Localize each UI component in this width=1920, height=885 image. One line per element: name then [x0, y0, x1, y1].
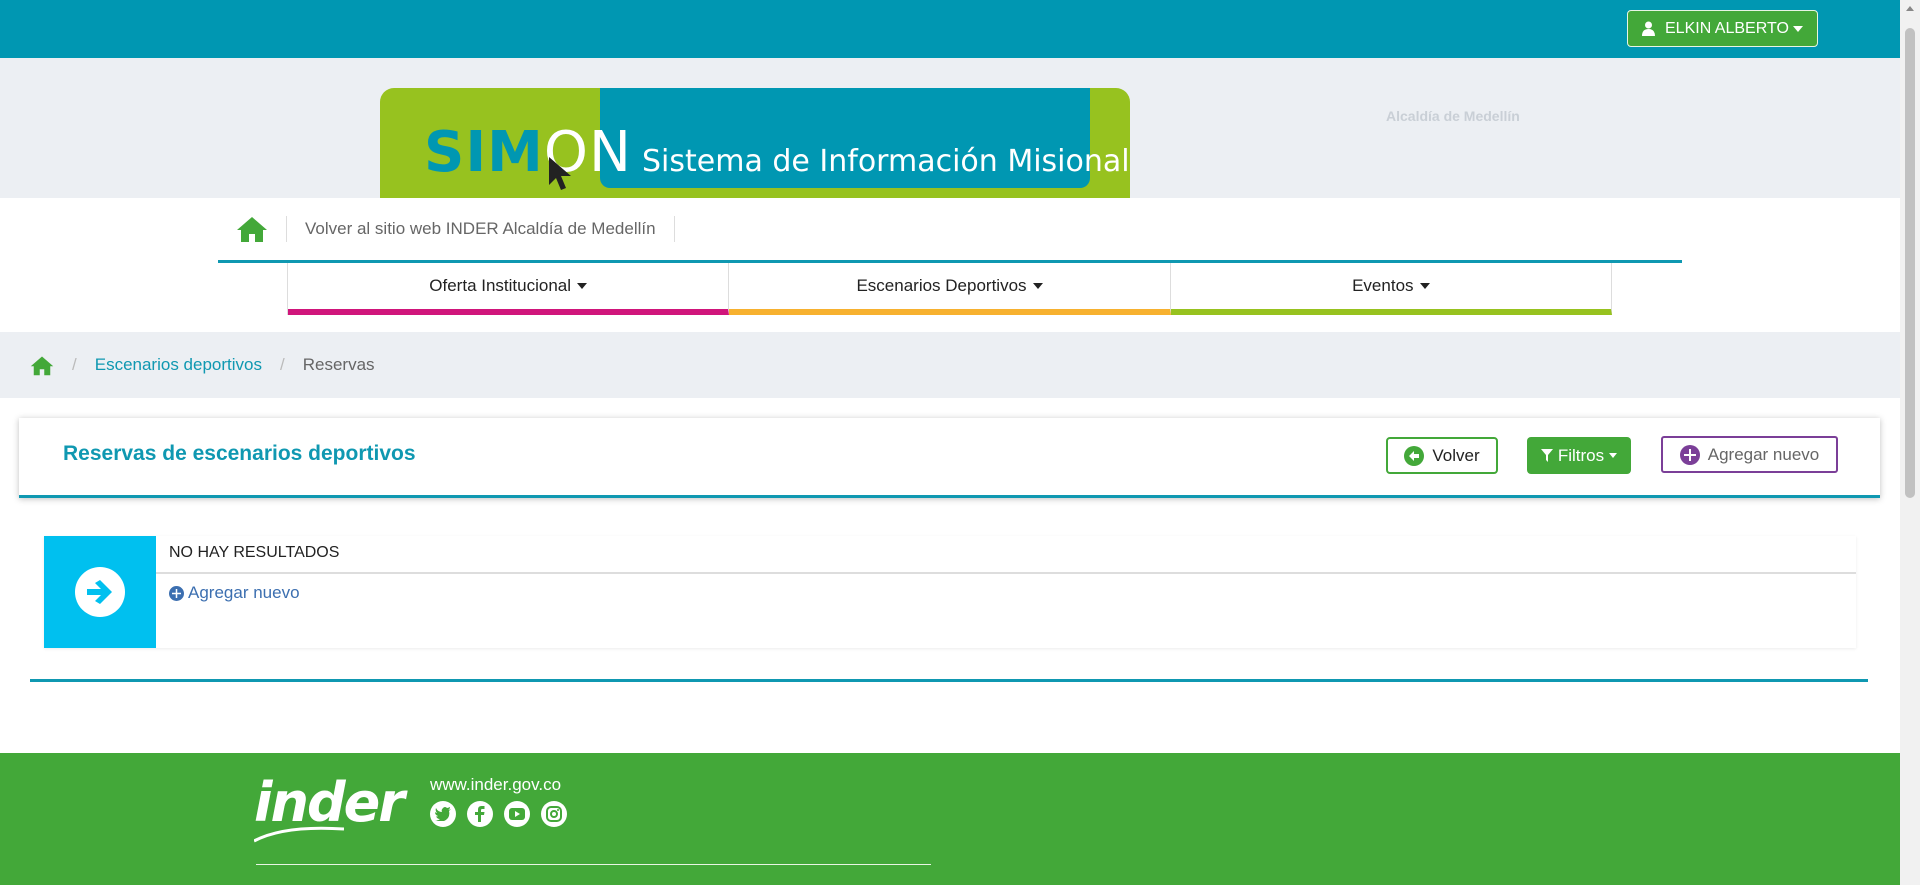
chevron-down-icon — [1032, 283, 1043, 289]
top-bar: ELKIN ALBERTO — [0, 0, 1900, 58]
banner-title: Sistema de Información Misional — [642, 144, 1130, 179]
page-header-panel: Reservas de escenarios deportivos Volver… — [19, 418, 1880, 498]
user-name: ELKIN ALBERTO — [1665, 19, 1789, 37]
breadcrumb-escenarios-deportivos[interactable]: Escenarios deportivos — [95, 355, 262, 375]
social-links — [430, 801, 567, 827]
user-icon — [1642, 21, 1655, 36]
youtube-icon[interactable] — [504, 801, 530, 827]
main-menu: Oferta Institucional Escenarios Deportiv… — [287, 263, 1612, 315]
twitter-icon[interactable] — [430, 801, 456, 827]
banner-faded-text: Alcaldía de Medellín — [1386, 108, 1520, 124]
content-bottom-rule — [30, 679, 1868, 682]
top-links: Volver al sitio web INDER Alcaldía de Me… — [218, 198, 1682, 260]
breadcrumb-current: Reservas — [302, 355, 375, 374]
breadcrumb-separator: / — [72, 355, 77, 374]
footer-url[interactable]: www.inder.gov.co — [430, 775, 561, 795]
chevron-down-icon — [1792, 25, 1803, 32]
no-results-text: NO HAY RESULTADOS — [169, 544, 340, 561]
filter-icon — [1540, 449, 1553, 462]
chevron-down-icon — [1609, 453, 1618, 458]
menu-item-eventos[interactable]: Eventos — [1170, 263, 1612, 315]
empty-results-box: NO HAY RESULTADOS Agregar nuevo — [44, 536, 1856, 648]
chevron-down-icon — [1419, 283, 1430, 289]
result-icon-box — [44, 536, 156, 648]
vertical-scrollbar[interactable] — [1900, 0, 1920, 885]
divider — [673, 216, 675, 242]
agregar-nuevo-button[interactable]: Agregar nuevo — [1661, 436, 1838, 473]
header-banner: SIMON Sistema de Información Misional Al… — [0, 58, 1900, 198]
facebook-icon[interactable] — [467, 801, 493, 827]
home-icon[interactable] — [236, 215, 268, 243]
chevron-down-icon — [577, 283, 588, 289]
plus-circle-icon — [169, 585, 184, 601]
divider — [156, 572, 1856, 574]
arrow-right-circle-icon — [75, 567, 125, 617]
breadcrumb-separator: / — [280, 355, 285, 374]
filtros-button[interactable]: Filtros — [1527, 437, 1631, 474]
agregar-nuevo-link[interactable]: Agregar nuevo — [169, 583, 300, 603]
back-to-website-link[interactable]: Volver al sitio web INDER Alcaldía de Me… — [305, 219, 656, 239]
arrow-left-circle-icon — [1404, 445, 1425, 466]
home-icon[interactable] — [30, 355, 54, 376]
menu-item-oferta-institucional[interactable]: Oferta Institucional — [288, 263, 730, 315]
page-title: Reservas de escenarios deportivos — [63, 442, 416, 465]
footer: inder www.inder.gov.co — [0, 753, 1900, 885]
plus-circle-icon — [1679, 444, 1700, 465]
menu-item-escenarios-deportivos[interactable]: Escenarios Deportivos — [729, 263, 1171, 315]
divider — [286, 216, 287, 242]
instagram-icon[interactable] — [541, 801, 567, 827]
scroll-up-icon[interactable] — [1906, 6, 1914, 11]
footer-divider — [256, 864, 931, 865]
simon-logo: SIMON — [424, 120, 632, 185]
volver-button[interactable]: Volver — [1386, 437, 1498, 474]
user-menu-button[interactable]: ELKIN ALBERTO — [1627, 10, 1818, 47]
breadcrumb: / Escenarios deportivos / Reservas — [0, 332, 1900, 398]
scrollbar-thumb[interactable] — [1905, 28, 1915, 498]
cursor-icon — [549, 157, 571, 190]
inder-logo-swoosh — [254, 826, 344, 843]
